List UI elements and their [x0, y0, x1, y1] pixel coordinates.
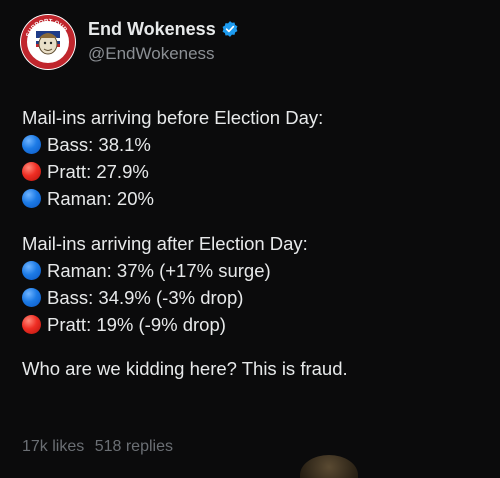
display-name-row: End Wokeness — [88, 18, 239, 40]
blue-circle-icon — [22, 189, 41, 208]
section-heading: Mail-ins arriving after Election Day: — [22, 233, 308, 254]
list-item-text: Raman: 37% (+17% surge) — [47, 260, 271, 281]
post-header: SUPPORT OUR FARMER FRIENDS End Wokeness — [20, 14, 239, 70]
list-item-text: Pratt: 27.9% — [47, 161, 149, 182]
post-card: SUPPORT OUR FARMER FRIENDS End Wokeness — [0, 0, 500, 478]
list-item-text: Bass: 38.1% — [47, 134, 151, 155]
likes-count[interactable]: 17k likes — [22, 438, 84, 455]
list-item-text: Raman: 20% — [47, 188, 154, 209]
red-circle-icon — [22, 162, 41, 181]
display-name[interactable]: End Wokeness — [88, 18, 216, 40]
list-item: Raman: 37% (+17% surge) — [22, 257, 482, 284]
section-before: Mail-ins arriving before Election Day: B… — [22, 104, 482, 212]
partial-image — [300, 455, 358, 478]
profile-avatar-icon: SUPPORT OUR FARMER FRIENDS — [21, 15, 75, 69]
list-item-text: Pratt: 19% (-9% drop) — [47, 314, 226, 335]
blue-circle-icon — [22, 135, 41, 154]
section-after: Mail-ins arriving after Election Day: Ra… — [22, 230, 482, 338]
post-body: Mail-ins arriving before Election Day: B… — [22, 104, 482, 382]
section-heading: Mail-ins arriving before Election Day: — [22, 107, 324, 128]
list-item: Raman: 20% — [22, 185, 482, 212]
verified-badge-icon — [222, 21, 238, 37]
replies-count[interactable]: 518 replies — [95, 438, 173, 455]
list-item: Bass: 34.9% (-3% drop) — [22, 284, 482, 311]
closing-text: Who are we kidding here? This is fraud. — [22, 358, 348, 379]
red-circle-icon — [22, 315, 41, 334]
list-item: Bass: 38.1% — [22, 131, 482, 158]
avatar[interactable]: SUPPORT OUR FARMER FRIENDS — [20, 14, 76, 70]
list-item-text: Bass: 34.9% (-3% drop) — [47, 287, 244, 308]
list-item: Pratt: 27.9% — [22, 158, 482, 185]
engagement-stats: 17k likes 518 replies — [22, 438, 179, 456]
author-names: End Wokeness @EndWokeness — [88, 18, 239, 66]
list-item: Pratt: 19% (-9% drop) — [22, 311, 482, 338]
blue-circle-icon — [22, 288, 41, 307]
blue-circle-icon — [22, 261, 41, 280]
user-handle[interactable]: @EndWokeness — [88, 42, 239, 66]
